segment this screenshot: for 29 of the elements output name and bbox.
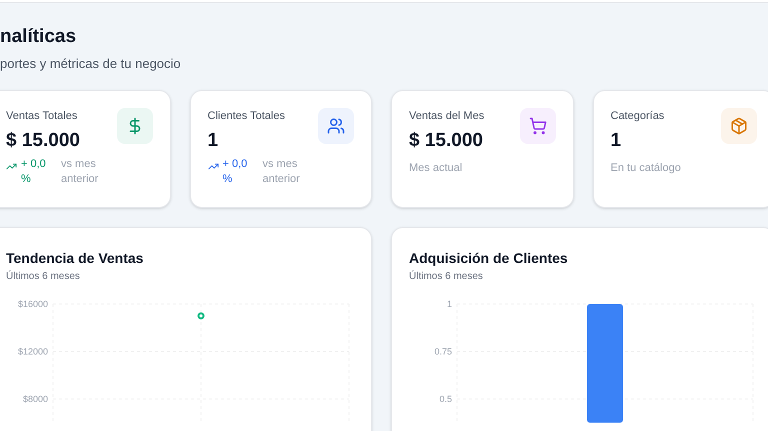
axis-tick-label: 0.75 xyxy=(434,346,452,356)
comparison-note: vs mes anterior xyxy=(61,157,100,188)
axis-tick-label: 0.5 xyxy=(439,394,452,404)
axis-tick-label: $12000 xyxy=(18,346,48,356)
stat-label: Ventas Totales xyxy=(6,109,78,124)
chart-title: Tendencia de Ventas xyxy=(6,249,144,268)
dollar-icon xyxy=(116,108,152,144)
stat-value: 1 xyxy=(610,128,622,152)
stat-value: $ 15.000 xyxy=(6,128,81,152)
change-percent: + 0,0 % xyxy=(222,157,248,188)
chart-subtitle: Últimos 6 meses xyxy=(6,269,81,284)
chart-subtitle: Últimos 6 meses xyxy=(409,269,484,284)
stat-note: En tu catálogo xyxy=(610,161,681,176)
data-point xyxy=(198,312,204,320)
users-icon xyxy=(318,108,354,144)
axis-tick-label: 1 xyxy=(446,299,452,309)
change-percent: + 0,0 % xyxy=(21,157,47,188)
stat-note: Mes actual xyxy=(409,161,464,176)
stat-value: 1 xyxy=(208,128,220,152)
stat-value: $ 15.000 xyxy=(409,128,484,152)
page-title: nalíticas xyxy=(0,25,78,49)
axis-tick-label: $16000 xyxy=(18,299,48,309)
page-subtitle: portes y métricas de tu negocio xyxy=(0,54,182,73)
comparison-note: vs mes anterior xyxy=(262,157,301,188)
axis-tick-label: $8000 xyxy=(22,394,48,404)
stat-label: Categorías xyxy=(610,109,666,124)
chart-title: Adquisición de Clientes xyxy=(409,249,569,268)
stat-label: Ventas del Mes xyxy=(409,109,484,124)
stat-label: Clientes Totales xyxy=(208,109,286,124)
